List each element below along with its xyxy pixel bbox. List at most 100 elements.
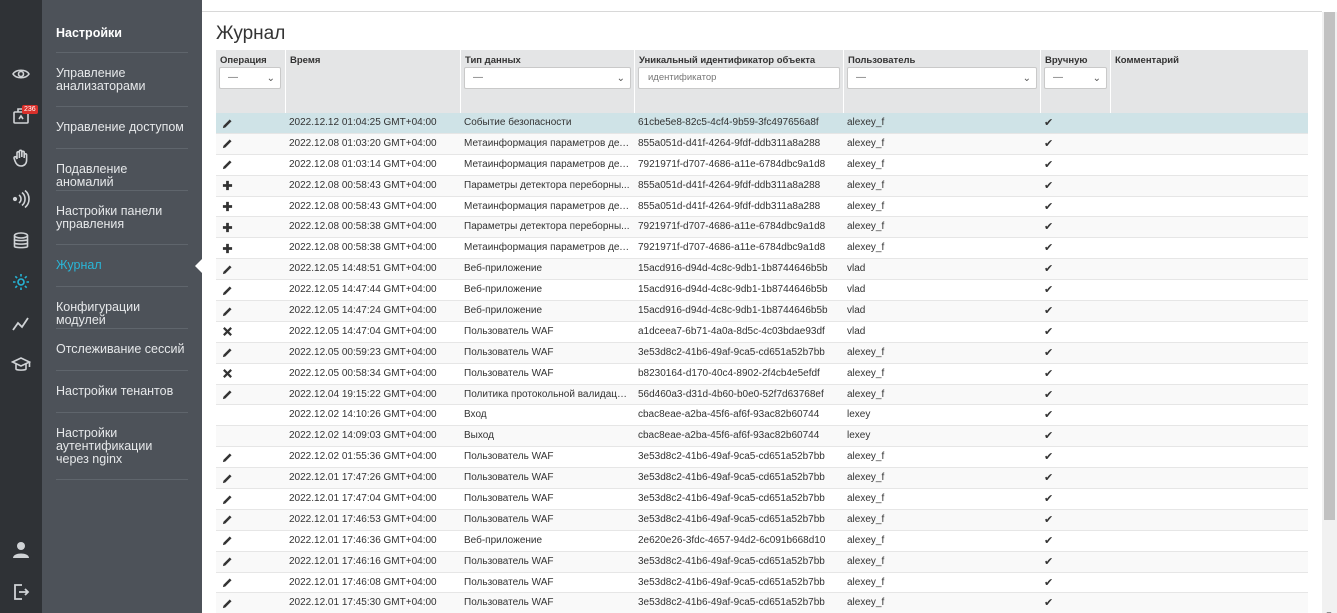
cell-user: vlad: [847, 263, 866, 275]
submenu-item-nginx-auth[interactable]: Настройки аутентификации через nginx: [56, 427, 188, 466]
table-row[interactable]: 2022.12.08 00:58:43 GMT+04:00 Метаинформа…: [216, 197, 1308, 218]
plus-icon: [220, 176, 234, 196]
table-row[interactable]: 2022.12.04 19:15:22 GMT+04:00 Политика пр…: [216, 384, 1308, 406]
cell-user: alexey_f: [847, 367, 885, 379]
table-row[interactable]: 2022.12.01 17:46:53 GMT+04:00 Пользовател…: [216, 509, 1308, 531]
cell-object-id: 3e53d8c2-41b6-49af-9ca5-cd651a52b7bb: [638, 555, 825, 567]
cell-manual-check: ✔: [1044, 221, 1054, 234]
table-row[interactable]: 2022.12.01 17:45:30 GMT+04:00 Пользовател…: [216, 593, 1308, 613]
submenu-item-journal[interactable]: Журнал: [56, 259, 188, 272]
table-row[interactable]: 2022.12.02 01:55:36 GMT+04:00 Пользовател…: [216, 447, 1308, 469]
database-icon[interactable]: [9, 229, 33, 253]
manual-filter-value: —: [1053, 72, 1063, 83]
cell-object-id: 61cbe5e8-82c5-4cf4-9b59-3fc497656a8f: [638, 117, 819, 128]
cell-time: 2022.12.08 00:58:43 GMT+04:00: [289, 179, 437, 191]
cell-object-id: 3e53d8c2-41b6-49af-9ca5-cd651a52b7bb: [638, 472, 825, 484]
pencil-icon: [220, 489, 234, 509]
cell-data-type: Метаинформация параметров дет...: [464, 242, 630, 254]
submenu-item-anomaly-suppression[interactable]: Подавление аномалий: [56, 163, 188, 189]
cell-user: alexey_f: [847, 158, 885, 170]
table-row[interactable]: 2022.12.08 00:58:38 GMT+04:00 Метаинформа…: [216, 238, 1308, 260]
submenu-item-session-tracking[interactable]: Отслеживание сессий: [56, 343, 188, 356]
table-row[interactable]: 2022.12.05 14:47:04 GMT+04:00 Пользовател…: [216, 322, 1308, 343]
table-row[interactable]: 2022.12.08 01:03:14 GMT+04:00 Метаинформа…: [216, 155, 1308, 176]
cell-object-id: 3e53d8c2-41b6-49af-9ca5-cd651a52b7bb: [638, 513, 825, 525]
cell-data-type: Пользователь WAF: [464, 472, 554, 484]
cell-user: alexey_f: [847, 242, 885, 254]
analytics-icon[interactable]: [9, 312, 33, 336]
submenu-item-access[interactable]: Управление доступом: [56, 121, 188, 134]
cell-manual-check: ✔: [1044, 597, 1054, 610]
table-row[interactable]: 2022.12.01 17:46:08 GMT+04:00 Пользовател…: [216, 573, 1308, 594]
table-row[interactable]: 2022.12.05 00:58:34 GMT+04:00 Пользовател…: [216, 364, 1308, 385]
settings-gear-icon[interactable]: [9, 270, 33, 294]
cell-time: 2022.12.01 17:46:08 GMT+04:00: [289, 576, 437, 588]
cell-time: 2022.12.01 17:47:26 GMT+04:00: [289, 472, 437, 484]
logout-icon[interactable]: [9, 580, 33, 604]
table-row[interactable]: 2022.12.01 17:47:04 GMT+04:00 Пользовател…: [216, 489, 1308, 510]
cell-manual-check: ✔: [1044, 137, 1054, 150]
cell-user: alexey_f: [847, 388, 885, 400]
cell-object-id: 56d460a3-d31d-4b60-b0e0-52f7d63768ef: [638, 388, 824, 400]
journal-table: Операция — ⌄ Время Тип данных — ⌄ Уникал…: [216, 50, 1308, 613]
cell-manual-check: ✔: [1044, 513, 1054, 526]
table-row[interactable]: 2022.12.01 17:46:36 GMT+04:00 Веб-приложе…: [216, 531, 1308, 552]
scrollbar-thumb[interactable]: [1324, 12, 1335, 520]
submenu-item-tenants[interactable]: Настройки тенантов: [56, 385, 188, 398]
column-manual: Вручную — ⌄: [1040, 50, 1110, 113]
cell-user: alexey_f: [847, 493, 885, 505]
manual-filter-select[interactable]: — ⌄: [1044, 67, 1107, 89]
hand-icon[interactable]: [9, 146, 33, 170]
graduation-cap-icon[interactable]: [9, 353, 33, 377]
signal-icon[interactable]: [9, 187, 33, 211]
data-type-filter-select[interactable]: — ⌄: [464, 67, 631, 89]
table-row[interactable]: 2022.12.05 00:59:23 GMT+04:00 Пользовател…: [216, 342, 1308, 364]
column-header-object-id: Уникальный идентификатор объекта: [639, 55, 816, 66]
submenu-item-dashboard-settings[interactable]: Настройки панели управления: [56, 205, 188, 231]
plus-icon: [220, 197, 234, 217]
column-user: Пользователь — ⌄: [843, 50, 1040, 113]
cell-manual-check: ✔: [1044, 388, 1054, 401]
user-icon[interactable]: [9, 538, 33, 562]
cell-manual-check: ✔: [1044, 242, 1054, 255]
table-row[interactable]: 2022.12.01 17:47:26 GMT+04:00 Пользовател…: [216, 468, 1308, 490]
divider: [56, 370, 188, 371]
cell-manual-check: ✔: [1044, 409, 1054, 422]
cell-user: vlad: [847, 284, 866, 296]
operation-filter-select[interactable]: — ⌄: [219, 67, 281, 89]
divider: [56, 52, 188, 53]
table-row[interactable]: 2022.12.05 14:47:44 GMT+04:00 Веб-приложе…: [216, 280, 1308, 302]
cell-object-id: 15acd916-d94d-4c8c-9db1-1b8744646b5b: [638, 305, 828, 317]
table-row[interactable]: 2022.12.08 00:58:43 GMT+04:00 Параметры д…: [216, 175, 1308, 197]
table-row[interactable]: 2022.12.02 14:09:03 GMT+04:00 Выход cbac8e…: [216, 426, 1308, 448]
cell-manual-check: ✔: [1044, 179, 1054, 192]
cell-data-type: Веб-приложение: [464, 263, 543, 275]
cell-object-id: 3e53d8c2-41b6-49af-9ca5-cd651a52b7bb: [638, 451, 825, 463]
table-row[interactable]: 2022.12.05 14:48:51 GMT+04:00 Веб-приложе…: [216, 259, 1308, 281]
cell-time: 2022.12.08 00:58:38 GMT+04:00: [289, 242, 437, 254]
chevron-down-icon: ⌄: [616, 73, 625, 84]
topbar: [202, 0, 1322, 12]
object-id-filter-input[interactable]: идентификатор: [638, 67, 840, 89]
pencil-icon: [220, 552, 234, 572]
cell-data-type: Метаинформация параметров дет...: [464, 158, 630, 170]
cell-time: 2022.12.08 00:58:38 GMT+04:00: [289, 221, 437, 233]
cell-user: alexey_f: [847, 221, 885, 233]
scrollbar[interactable]: ▼: [1322, 12, 1337, 613]
cell-time: 2022.12.01 17:47:04 GMT+04:00: [289, 493, 437, 505]
cell-time: 2022.12.02 01:55:36 GMT+04:00: [289, 451, 437, 463]
user-filter-select[interactable]: — ⌄: [847, 67, 1037, 89]
table-row[interactable]: 2022.12.08 00:58:38 GMT+04:00 Параметры д…: [216, 217, 1308, 239]
table-row[interactable]: 2022.12.05 14:47:24 GMT+04:00 Веб-приложе…: [216, 301, 1308, 322]
pencil-icon: [220, 343, 234, 363]
eye-icon[interactable]: [9, 62, 33, 86]
submenu-item-module-configs[interactable]: Конфигурации модулей: [56, 301, 188, 327]
alerts-badge: 236: [22, 105, 38, 114]
table-row[interactable]: 2022.12.01 17:46:16 GMT+04:00 Пользовател…: [216, 551, 1308, 573]
submenu-item-analyzers[interactable]: Управление анализаторами: [56, 67, 188, 93]
icon-rail: 236: [0, 0, 42, 613]
table-row[interactable]: 2022.12.02 14:10:26 GMT+04:00 Вход cbac8ea…: [216, 405, 1308, 427]
page-title: Журнал: [216, 23, 286, 44]
table-row[interactable]: 2022.12.08 01:03:20 GMT+04:00 Метаинформа…: [216, 133, 1308, 155]
table-row[interactable]: 2022.12.12 01:04:25 GMT+04:00 Событие без…: [216, 113, 1308, 134]
